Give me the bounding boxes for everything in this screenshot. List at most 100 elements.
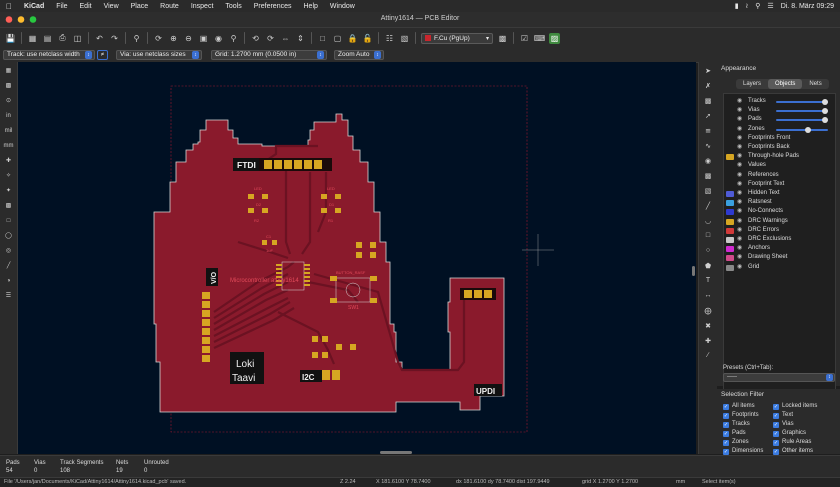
scripting-icon[interactable]: ⌨ bbox=[534, 33, 546, 44]
layer-selector[interactable]: F.Cu (PgUp) ▾ bbox=[421, 32, 493, 44]
pcb-canvas[interactable]: FTDI Loki Taavi I2C UPDI V/O Microcontro… bbox=[18, 62, 696, 454]
print-icon[interactable]: ⎙ bbox=[57, 33, 68, 44]
zoom-out-icon[interactable]: ⊖ bbox=[183, 33, 194, 44]
checkbox-check-icon[interactable]: ✓ bbox=[773, 404, 779, 410]
add-text-icon[interactable]: T bbox=[703, 275, 714, 286]
units-mm-toggle[interactable]: mm bbox=[3, 140, 14, 151]
via-sketch-icon[interactable]: ◎ bbox=[3, 245, 14, 256]
drc-icon[interactable]: ☑ bbox=[519, 33, 530, 44]
object-row[interactable]: ◉ Pads bbox=[724, 115, 834, 124]
mirror-horizontal-icon[interactable]: ⇔ bbox=[280, 33, 291, 44]
search-icon[interactable]: ⚲ bbox=[755, 2, 760, 10]
zoom-select[interactable]: Zoom Auto ↕ bbox=[334, 50, 384, 60]
units-inch-toggle[interactable]: in bbox=[3, 110, 14, 121]
curved-ratsnest-icon[interactable]: ✦ bbox=[3, 185, 14, 196]
object-color-swatch[interactable] bbox=[726, 154, 734, 161]
pad-sketch-icon[interactable]: ◯ bbox=[3, 230, 14, 241]
mirror-vertical-icon[interactable]: ⇕ bbox=[295, 33, 306, 44]
zoom-in-icon[interactable]: ⊕ bbox=[168, 33, 179, 44]
layer-pair-icon[interactable]: ▩ bbox=[497, 33, 508, 44]
tab-layers[interactable]: Layers bbox=[736, 79, 768, 89]
menu-app[interactable]: KiCad bbox=[18, 3, 50, 10]
tune-length-icon[interactable]: ∿ bbox=[703, 140, 714, 151]
layers-manager-icon[interactable]: ☰ bbox=[3, 290, 14, 301]
local-ratsnest-icon[interactable]: ✗ bbox=[703, 80, 714, 91]
save-icon[interactable]: 💾 bbox=[5, 33, 16, 44]
visibility-eye-icon[interactable]: ◉ bbox=[737, 198, 742, 207]
selection-filter-checkbox[interactable]: ✓ Dimensions bbox=[723, 447, 763, 455]
add-zone-icon[interactable]: ▩ bbox=[703, 170, 714, 181]
menubar-clock[interactable]: Di. 8. März 09:29 bbox=[781, 3, 834, 10]
draw-polygon-icon[interactable]: ⬟ bbox=[703, 260, 714, 271]
object-color-swatch[interactable] bbox=[726, 264, 734, 271]
selection-filter-checkbox[interactable]: ✓ Graphics bbox=[773, 429, 806, 437]
auto-track-width-icon[interactable]: ≠ bbox=[97, 50, 108, 60]
selection-filter-checkbox[interactable]: ✓ Other items bbox=[773, 447, 813, 455]
redo-icon[interactable]: ↷ bbox=[109, 33, 120, 44]
selection-filter-checkbox[interactable]: ✓ Tracks bbox=[723, 420, 750, 428]
object-row[interactable]: ◉ Grid bbox=[724, 263, 834, 272]
menu-file[interactable]: File bbox=[50, 3, 73, 10]
object-row[interactable]: ◉ Vias bbox=[724, 106, 834, 115]
visibility-eye-icon[interactable]: ◉ bbox=[737, 226, 742, 235]
rotate-cw-icon[interactable]: ⟳ bbox=[265, 33, 276, 44]
grid-select[interactable]: Grid: 1.2700 mm (0.0500 in) ↕ bbox=[211, 50, 327, 60]
canvas-vertical-scrollbar[interactable] bbox=[692, 266, 695, 276]
checkbox-check-icon[interactable]: ✓ bbox=[723, 431, 729, 437]
find-icon[interactable]: ⚲ bbox=[131, 33, 142, 44]
opacity-slider[interactable] bbox=[776, 108, 828, 115]
visibility-eye-icon[interactable]: ◉ bbox=[737, 263, 742, 272]
menu-edit[interactable]: Edit bbox=[74, 3, 98, 10]
selection-filter-checkbox[interactable]: ✓ Vias bbox=[773, 420, 794, 428]
object-row[interactable]: ◉ DRC Exclusions bbox=[724, 235, 834, 244]
battery-icon[interactable]: ▮ bbox=[735, 2, 739, 10]
slider-knob[interactable] bbox=[821, 99, 828, 105]
ratsnest-icon[interactable]: ✧ bbox=[3, 170, 14, 181]
object-color-swatch[interactable] bbox=[726, 255, 734, 262]
menu-route[interactable]: Route bbox=[154, 3, 185, 10]
object-color-swatch[interactable] bbox=[726, 200, 734, 207]
visibility-eye-icon[interactable]: ◉ bbox=[737, 171, 742, 180]
menu-tools[interactable]: Tools bbox=[219, 3, 247, 10]
visibility-eye-icon[interactable]: ◉ bbox=[737, 217, 742, 226]
menu-help[interactable]: Help bbox=[298, 3, 324, 10]
selection-filter-checkbox[interactable]: ✓ Text bbox=[773, 411, 793, 419]
route-diff-pair-icon[interactable]: ≌ bbox=[703, 125, 714, 136]
measure-icon[interactable]: ∕ bbox=[703, 350, 714, 361]
refresh-icon[interactable]: ⟳ bbox=[153, 33, 164, 44]
checkbox-check-icon[interactable]: ✓ bbox=[773, 422, 779, 428]
unlock-icon[interactable]: 🔓 bbox=[362, 33, 373, 44]
visibility-eye-icon[interactable]: ◉ bbox=[737, 134, 742, 143]
checkbox-check-icon[interactable]: ✓ bbox=[773, 431, 779, 437]
object-row[interactable]: ◉ Footprints Back bbox=[724, 143, 834, 152]
draw-rectangle-icon[interactable]: □ bbox=[703, 230, 714, 241]
visibility-eye-icon[interactable]: ◉ bbox=[737, 207, 742, 216]
undo-icon[interactable]: ↶ bbox=[94, 33, 105, 44]
opacity-slider[interactable] bbox=[776, 117, 828, 124]
slider-knob[interactable] bbox=[821, 117, 828, 124]
add-dimension-icon[interactable]: ↔ bbox=[703, 290, 714, 301]
menu-inspect[interactable]: Inspect bbox=[185, 3, 220, 10]
visibility-eye-icon[interactable]: ◉ bbox=[737, 161, 742, 170]
add-rule-area-icon[interactable]: ▧ bbox=[703, 185, 714, 196]
selection-filter-checkbox[interactable]: ✓ Pads bbox=[723, 429, 746, 437]
tab-objects[interactable]: Objects bbox=[768, 79, 803, 89]
wifi-icon[interactable]: ≀ bbox=[746, 2, 749, 10]
visibility-eye-icon[interactable]: ◉ bbox=[737, 125, 742, 134]
schematic-icon[interactable]: ▧ bbox=[399, 33, 410, 44]
draw-circle-icon[interactable]: ○ bbox=[703, 245, 714, 256]
slider-knob[interactable] bbox=[804, 126, 811, 133]
object-row[interactable]: ◉ DRC Warnings bbox=[724, 217, 834, 226]
checkbox-check-icon[interactable]: ✓ bbox=[773, 440, 779, 446]
menu-place[interactable]: Place bbox=[125, 3, 155, 10]
object-row[interactable]: ◉ Ratsnest bbox=[724, 198, 834, 207]
visibility-eye-icon[interactable]: ◉ bbox=[737, 115, 742, 124]
object-row[interactable]: ◉ Tracks bbox=[724, 97, 834, 106]
visibility-eye-icon[interactable]: ◉ bbox=[737, 152, 742, 161]
object-row[interactable]: ◉ Zones bbox=[724, 125, 834, 134]
units-mil-toggle[interactable]: mil bbox=[3, 125, 14, 136]
opacity-slider[interactable] bbox=[776, 99, 828, 105]
canvas-horizontal-scrollbar[interactable] bbox=[380, 451, 412, 454]
place-origin-icon[interactable]: ⨁ bbox=[703, 305, 714, 316]
visibility-eye-icon[interactable]: ◉ bbox=[737, 106, 742, 115]
